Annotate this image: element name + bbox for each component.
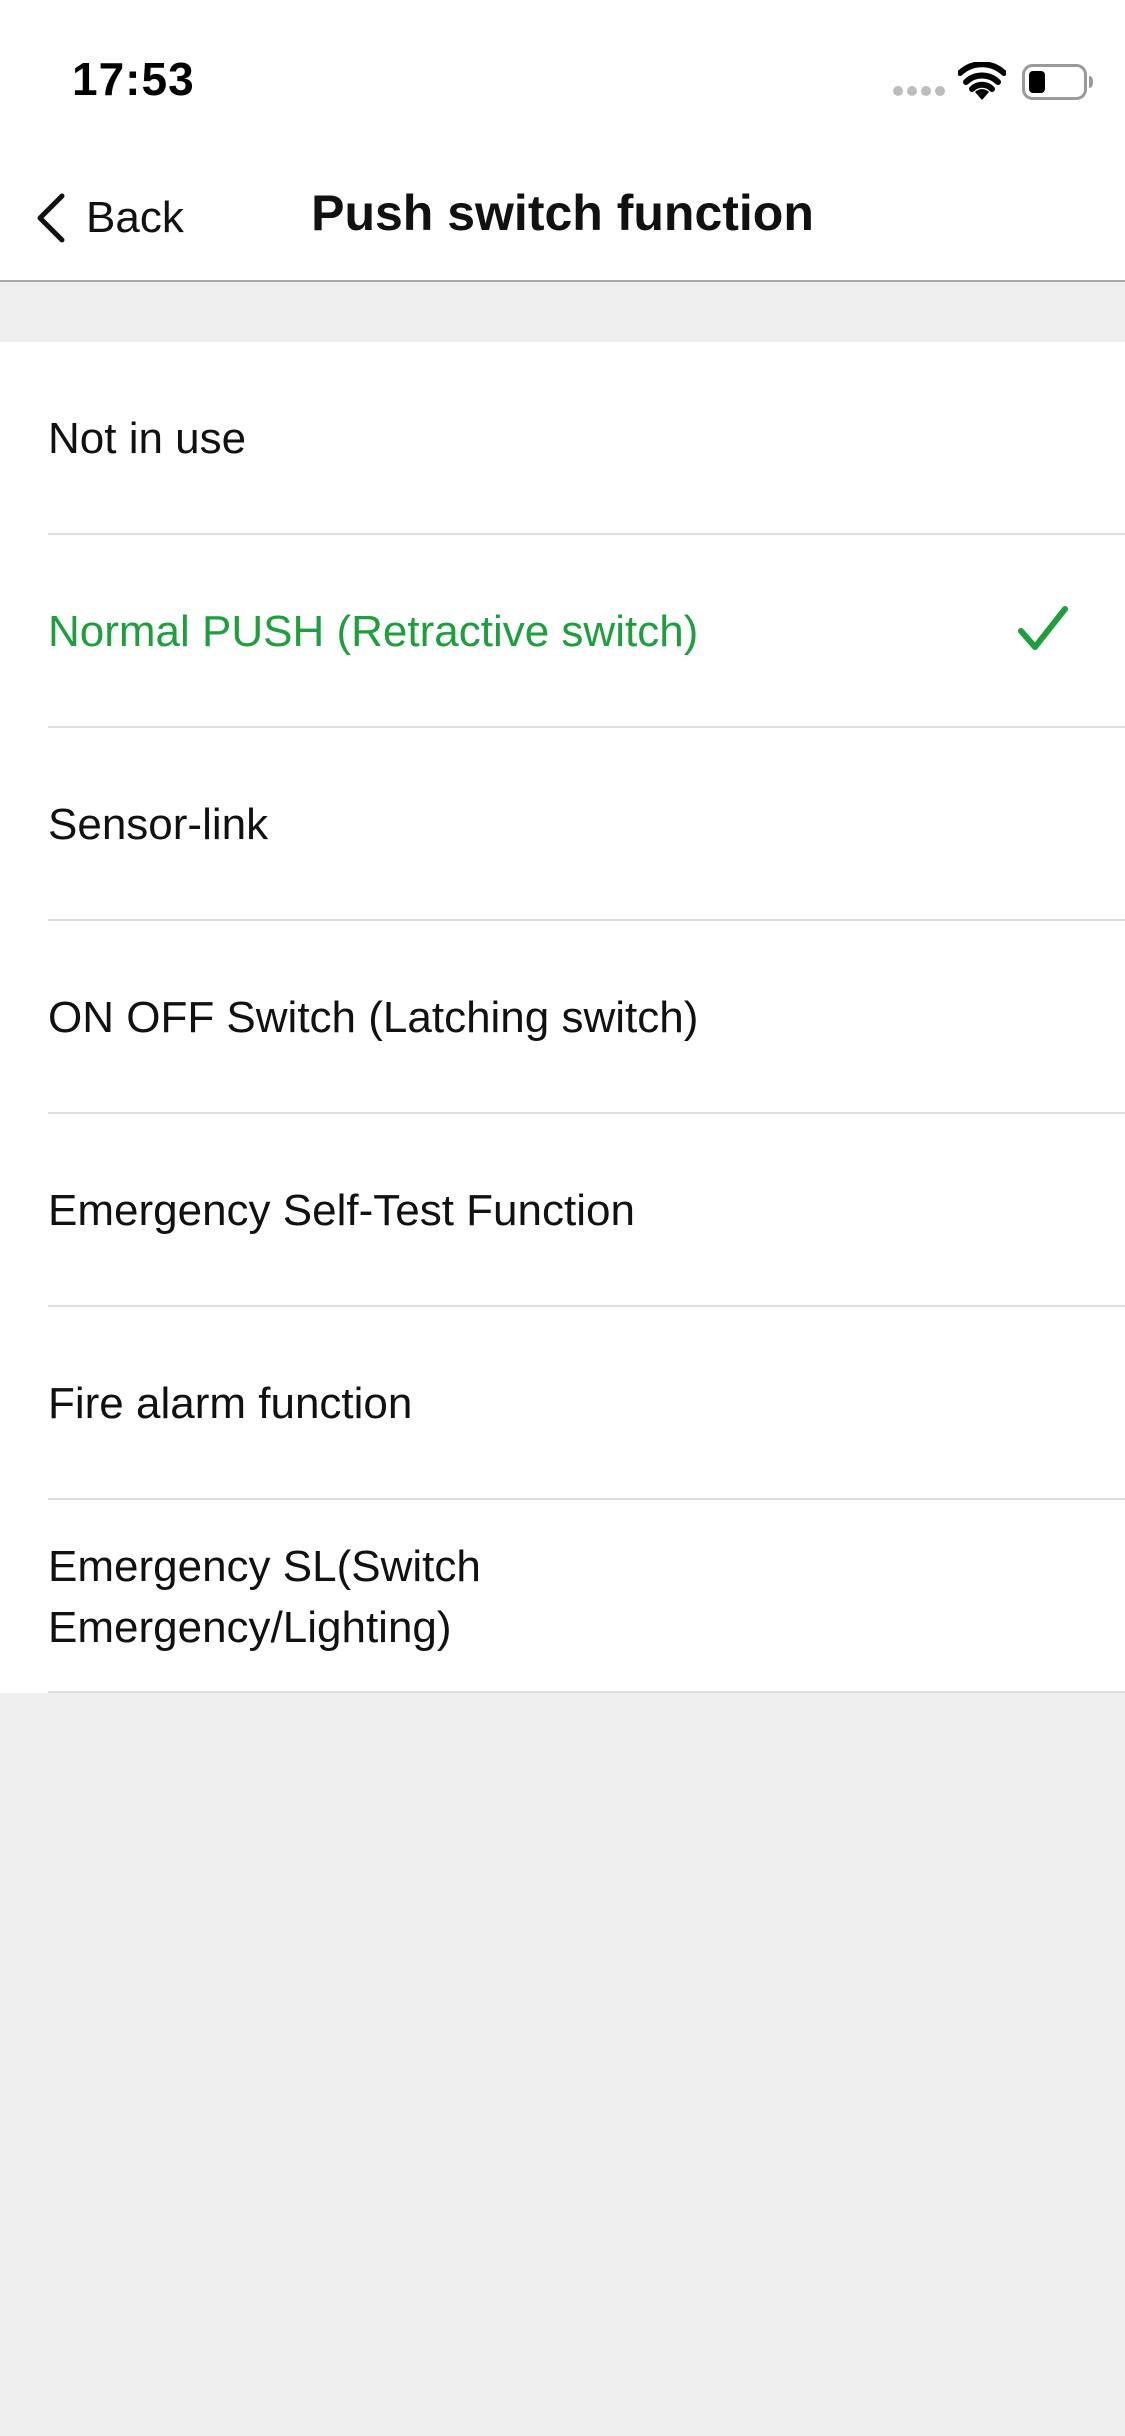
option-sensor-link[interactable]: Sensor-link (0, 728, 1125, 921)
option-label: Not in use (48, 414, 247, 463)
option-label: Emergency SL(Switch Emergency/Lighting) (48, 1541, 481, 1652)
option-label: Normal PUSH (Retractive switch) (48, 607, 699, 656)
signal-dots-icon (893, 86, 945, 98)
chevron-left-icon (37, 193, 65, 243)
checkmark-icon (1018, 606, 1068, 650)
option-label: Emergency Self-Test Function (48, 1186, 635, 1235)
wifi-icon (958, 62, 1006, 100)
option-fire-alarm[interactable]: Fire alarm function (0, 1307, 1125, 1500)
option-emergency-self-test[interactable]: Emergency Self-Test Function (0, 1114, 1125, 1307)
option-label: Sensor-link (48, 800, 269, 849)
battery-icon (1022, 64, 1093, 100)
option-label: ON OFF Switch (Latching switch) (48, 993, 699, 1042)
back-button[interactable]: Back (34, 188, 184, 248)
option-emergency-sl[interactable]: Emergency SL(Switch Emergency/Lighting) (0, 1500, 1125, 1693)
status-time: 17:53 (72, 53, 195, 105)
option-label: Fire alarm function (48, 1379, 413, 1428)
status-bar: 17:53 (0, 0, 1125, 150)
option-normal-push[interactable]: Normal PUSH (Retractive switch) (0, 535, 1125, 728)
option-not-in-use[interactable]: Not in use (0, 342, 1125, 535)
back-label: Back (86, 193, 184, 242)
option-list: Not in use Normal PUSH (Retractive switc… (0, 342, 1125, 1693)
screen: 17:53 Back Push switch function Not in u… (0, 0, 1125, 2436)
option-on-off-switch[interactable]: ON OFF Switch (Latching switch) (0, 921, 1125, 1114)
nav-bar: Back Push switch function (0, 150, 1125, 282)
